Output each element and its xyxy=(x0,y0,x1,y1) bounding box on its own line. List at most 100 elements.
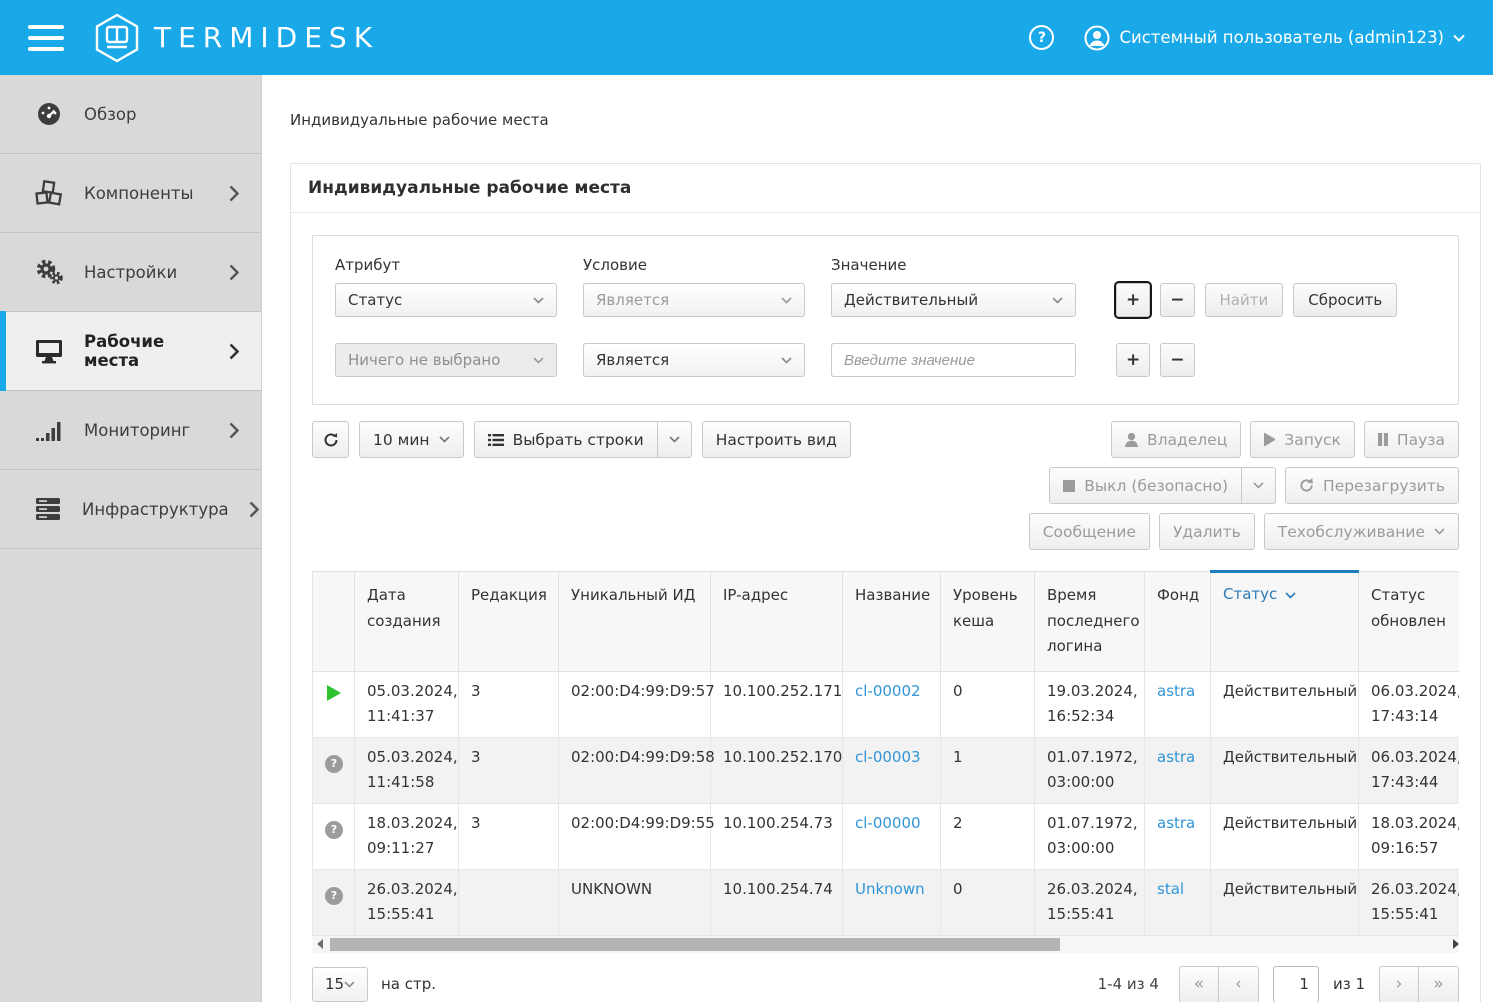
select-rows-button[interactable]: Выбрать строки xyxy=(474,421,658,458)
column-header-uid[interactable]: Уникальный ИД xyxy=(559,572,711,672)
column-header-last-login[interactable]: Время последнего логина xyxy=(1035,572,1145,672)
prev-page-button[interactable]: ‹ xyxy=(1219,966,1259,1002)
sidebar-item-infrastructure[interactable]: Инфраструктура xyxy=(0,470,261,549)
pool-link[interactable]: astra xyxy=(1157,748,1195,766)
cell-uid: 02:00:D4:99:D9:58 xyxy=(559,737,711,803)
cell-created: 26.03.2024, 15:55:41 xyxy=(355,869,459,935)
refresh-interval-dropdown[interactable]: 10 мин xyxy=(359,421,464,458)
search-button[interactable]: Найти xyxy=(1205,283,1284,317)
help-icon[interactable]: ? xyxy=(1029,25,1054,50)
condition-label: Условие xyxy=(583,256,805,274)
sidebar-item-label: Мониторинг xyxy=(84,421,190,440)
sidebar-item-settings[interactable]: Настройки xyxy=(0,233,261,312)
breadcrumb: Индивидуальные рабочие места xyxy=(290,111,1481,129)
column-header-pool[interactable]: Фонд xyxy=(1145,572,1211,672)
workspace-name-link[interactable]: cl-00003 xyxy=(855,748,921,766)
delete-button[interactable]: Удалить xyxy=(1159,513,1255,550)
column-header-name[interactable]: Название xyxy=(843,572,941,672)
remove-filter-button[interactable]: − xyxy=(1160,283,1194,317)
add-filter-button-2[interactable]: + xyxy=(1116,343,1150,377)
page-number-input[interactable] xyxy=(1273,966,1319,1002)
first-page-button[interactable]: « xyxy=(1179,966,1219,1002)
chevron-down-icon xyxy=(781,297,792,304)
select-rows-dropdown-toggle[interactable] xyxy=(658,421,692,458)
value-select[interactable]: Действительный xyxy=(831,283,1076,317)
chevron-down-icon xyxy=(1434,528,1445,535)
power-off-button[interactable]: Выкл (безопасно) xyxy=(1049,467,1242,504)
pause-icon xyxy=(1378,433,1388,446)
column-header-revision[interactable]: Редакция xyxy=(459,572,559,672)
workspace-name-link[interactable]: Unknown xyxy=(855,880,925,898)
signal-bars-icon xyxy=(34,417,64,443)
chevron-right-icon xyxy=(249,501,259,518)
remove-filter-button-2[interactable]: − xyxy=(1160,343,1194,377)
cell-status-updated: 06.03.2024, 17:43:14 xyxy=(1359,671,1460,737)
pool-link[interactable]: astra xyxy=(1157,682,1195,700)
workspaces-panel: Индивидуальные рабочие места Атрибут Ста… xyxy=(290,163,1481,1002)
scroll-left-arrow-icon[interactable] xyxy=(312,936,328,953)
table-row[interactable]: ? 18.03.2024, 09:11:27 3 02:00:D4:99:D9:… xyxy=(313,803,1460,869)
column-header-created[interactable]: Дата создания xyxy=(355,572,459,672)
chevron-down-icon xyxy=(669,436,680,443)
refresh-button[interactable] xyxy=(312,421,349,458)
page-size-select[interactable]: 15 xyxy=(312,967,368,1002)
message-button[interactable]: Сообщение xyxy=(1029,513,1150,550)
reset-button[interactable]: Сбросить xyxy=(1293,283,1397,317)
attribute-select-2[interactable]: Ничего не выбрано xyxy=(335,343,557,377)
maintenance-dropdown[interactable]: Техобслуживание xyxy=(1264,513,1459,550)
pool-link[interactable]: astra xyxy=(1157,814,1195,832)
column-header-icon[interactable] xyxy=(313,572,355,672)
user-avatar-icon xyxy=(1084,25,1110,51)
attribute-select[interactable]: Статус xyxy=(335,283,557,317)
user-menu[interactable]: Системный пользователь (admin123) xyxy=(1084,25,1465,51)
hamburger-menu-icon[interactable] xyxy=(28,25,64,51)
column-header-ip[interactable]: IP-адрес xyxy=(711,572,843,672)
sidebar-item-overview[interactable]: Обзор xyxy=(0,75,261,154)
column-header-cache[interactable]: Уровень кеша xyxy=(941,572,1035,672)
power-off-dropdown-toggle[interactable] xyxy=(1242,467,1276,504)
chevron-right-icon xyxy=(229,422,239,439)
table-row[interactable]: ? 26.03.2024, 15:55:41 UNKNOWN 10.100.25… xyxy=(313,869,1460,935)
running-play-icon xyxy=(327,685,341,701)
next-page-button[interactable]: › xyxy=(1379,966,1419,1002)
cell-created: 18.03.2024, 09:11:27 xyxy=(355,803,459,869)
refresh-icon xyxy=(323,432,339,448)
cell-last-login: 01.07.1972, 03:00:00 xyxy=(1035,803,1145,869)
add-filter-button[interactable]: + xyxy=(1116,283,1150,317)
pool-link[interactable]: stal xyxy=(1157,880,1184,898)
workspace-name-link[interactable]: cl-00002 xyxy=(855,682,921,700)
condition-select-2[interactable]: Является xyxy=(583,343,805,377)
table-footer: 15 на стр. 1-4 из 4 « ‹ из 1 xyxy=(312,966,1459,1002)
reboot-button[interactable]: Перезагрузить xyxy=(1285,467,1459,504)
scrollbar-thumb[interactable] xyxy=(330,938,1060,951)
sidebar-item-workspaces[interactable]: Рабочие места xyxy=(0,312,261,391)
table-row[interactable]: 05.03.2024, 11:41:37 3 02:00:D4:99:D9:57… xyxy=(313,671,1460,737)
sidebar-item-monitoring[interactable]: Мониторинг xyxy=(0,391,261,470)
table-row[interactable]: ? 05.03.2024, 11:41:58 3 02:00:D4:99:D9:… xyxy=(313,737,1460,803)
workspace-name-link[interactable]: cl-00000 xyxy=(855,814,921,832)
question-icon: ? xyxy=(325,755,343,773)
server-icon xyxy=(34,496,62,522)
last-page-button[interactable]: » xyxy=(1419,966,1459,1002)
table-toolbar: 10 мин Выбрать строки xyxy=(312,421,1459,550)
value-input[interactable] xyxy=(831,343,1076,377)
condition-select[interactable]: Является xyxy=(583,283,805,317)
of-pages-label: из 1 xyxy=(1333,975,1365,993)
workspaces-table: Дата создания Редакция Уникальный ИД IP-… xyxy=(312,570,1459,936)
pause-button[interactable]: Пауза xyxy=(1364,421,1459,458)
filter-box: Атрибут Статус Условие Является xyxy=(312,235,1459,405)
cell-last-login: 26.03.2024, 15:55:41 xyxy=(1035,869,1145,935)
sidebar-item-label: Инфраструктура xyxy=(82,500,229,519)
configure-view-button[interactable]: Настроить вид xyxy=(702,421,851,458)
horizontal-scrollbar[interactable] xyxy=(312,936,1459,953)
column-header-status-sorted[interactable]: Статус xyxy=(1211,572,1359,672)
start-button[interactable]: Запуск xyxy=(1250,421,1355,458)
owner-button[interactable]: Владелец xyxy=(1111,421,1241,458)
column-header-status-updated[interactable]: Статус обновлен xyxy=(1359,572,1460,672)
top-header-bar: TERMIDESK ? Системный пользователь (admi… xyxy=(0,0,1493,75)
scroll-right-arrow-icon[interactable] xyxy=(1443,936,1459,953)
cell-last-login: 01.07.1972, 03:00:00 xyxy=(1035,737,1145,803)
range-label: 1-4 из 4 xyxy=(1098,975,1159,993)
chevron-down-icon xyxy=(781,357,792,364)
sidebar-item-components[interactable]: Компоненты xyxy=(0,154,261,233)
